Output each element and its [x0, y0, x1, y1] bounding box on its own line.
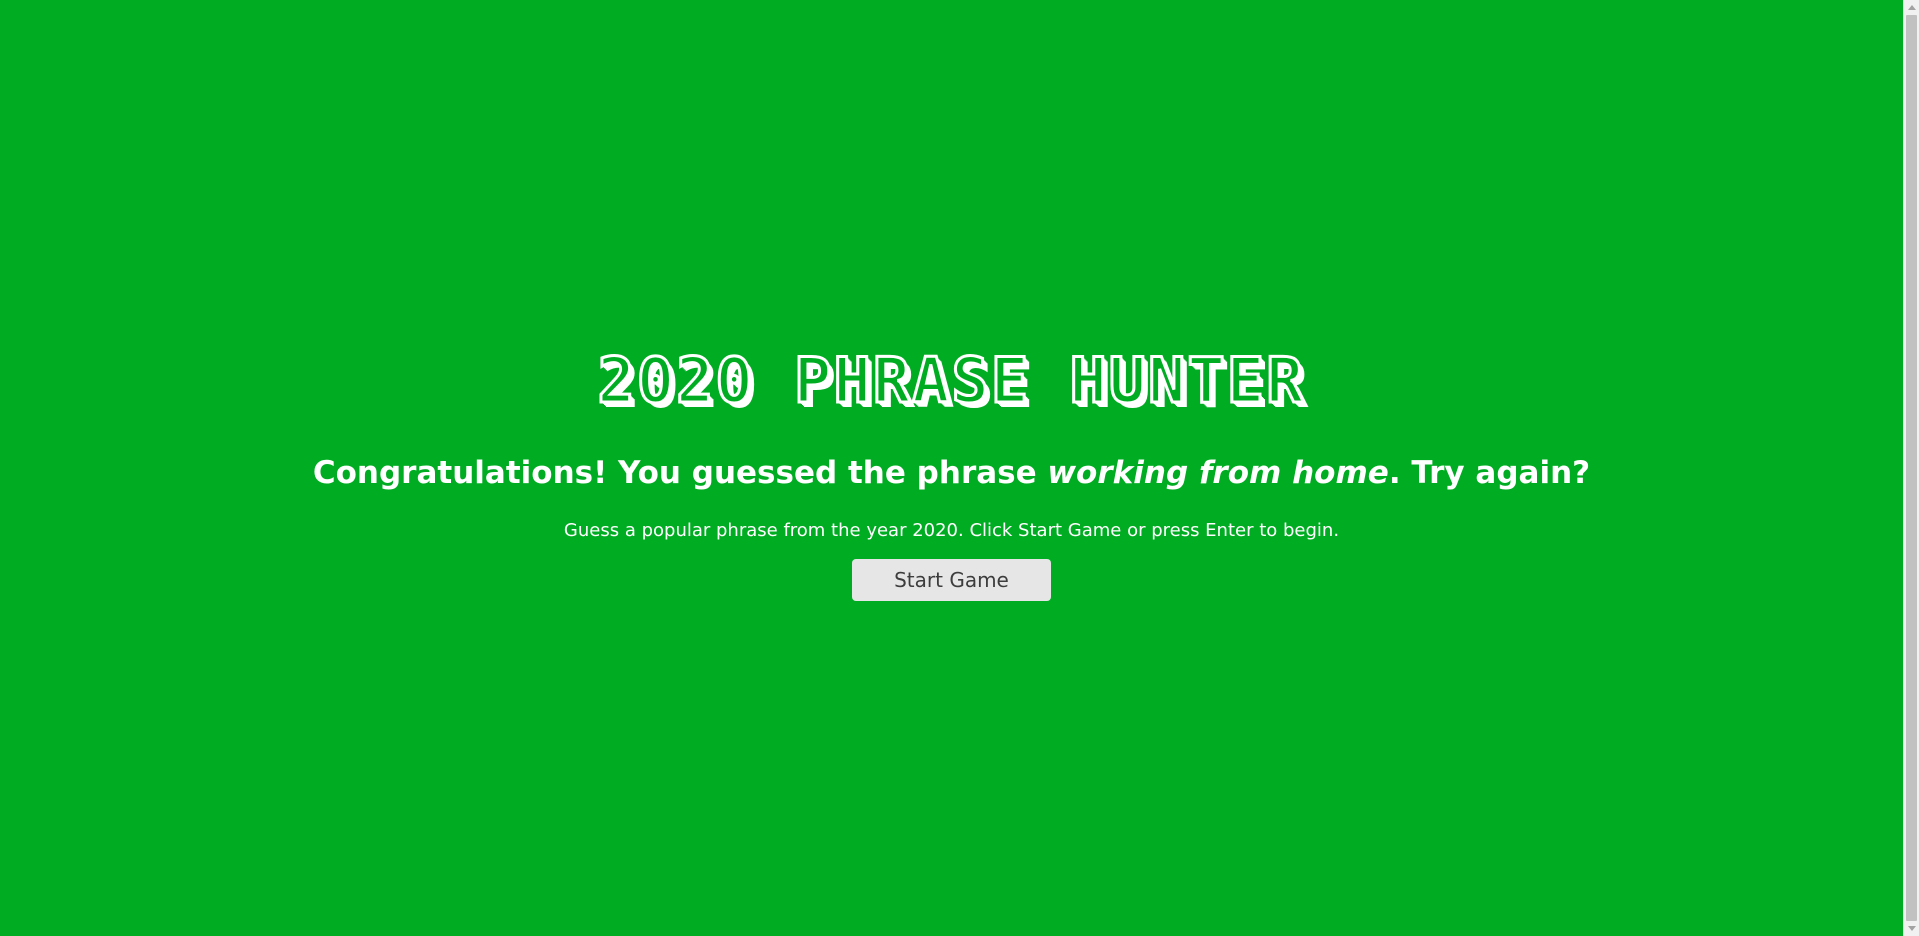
page-title: 2020 PHRASE HUNTER	[596, 343, 1306, 418]
overlay-content: 2020 PHRASE HUNTER Congratulations! You …	[0, 343, 1903, 601]
message-suffix: . Try again?	[1388, 455, 1591, 491]
start-game-button[interactable]: Start Game	[852, 559, 1051, 601]
scroll-down-arrow-icon[interactable]	[1908, 926, 1916, 931]
vertical-scrollbar[interactable]	[1903, 0, 1919, 936]
game-over-message: Congratulations! You guessed the phrase …	[0, 453, 1903, 493]
message-prefix: Congratulations! You guessed the phrase	[312, 455, 1048, 491]
instructions-text: Guess a popular phrase from the year 202…	[563, 520, 1340, 541]
scrollbar-thumb[interactable]	[1906, 15, 1917, 921]
guessed-phrase: working from home	[1047, 455, 1389, 491]
scroll-up-arrow-icon[interactable]	[1908, 5, 1916, 10]
overlay-screen: 2020 PHRASE HUNTER Congratulations! You …	[0, 0, 1903, 936]
